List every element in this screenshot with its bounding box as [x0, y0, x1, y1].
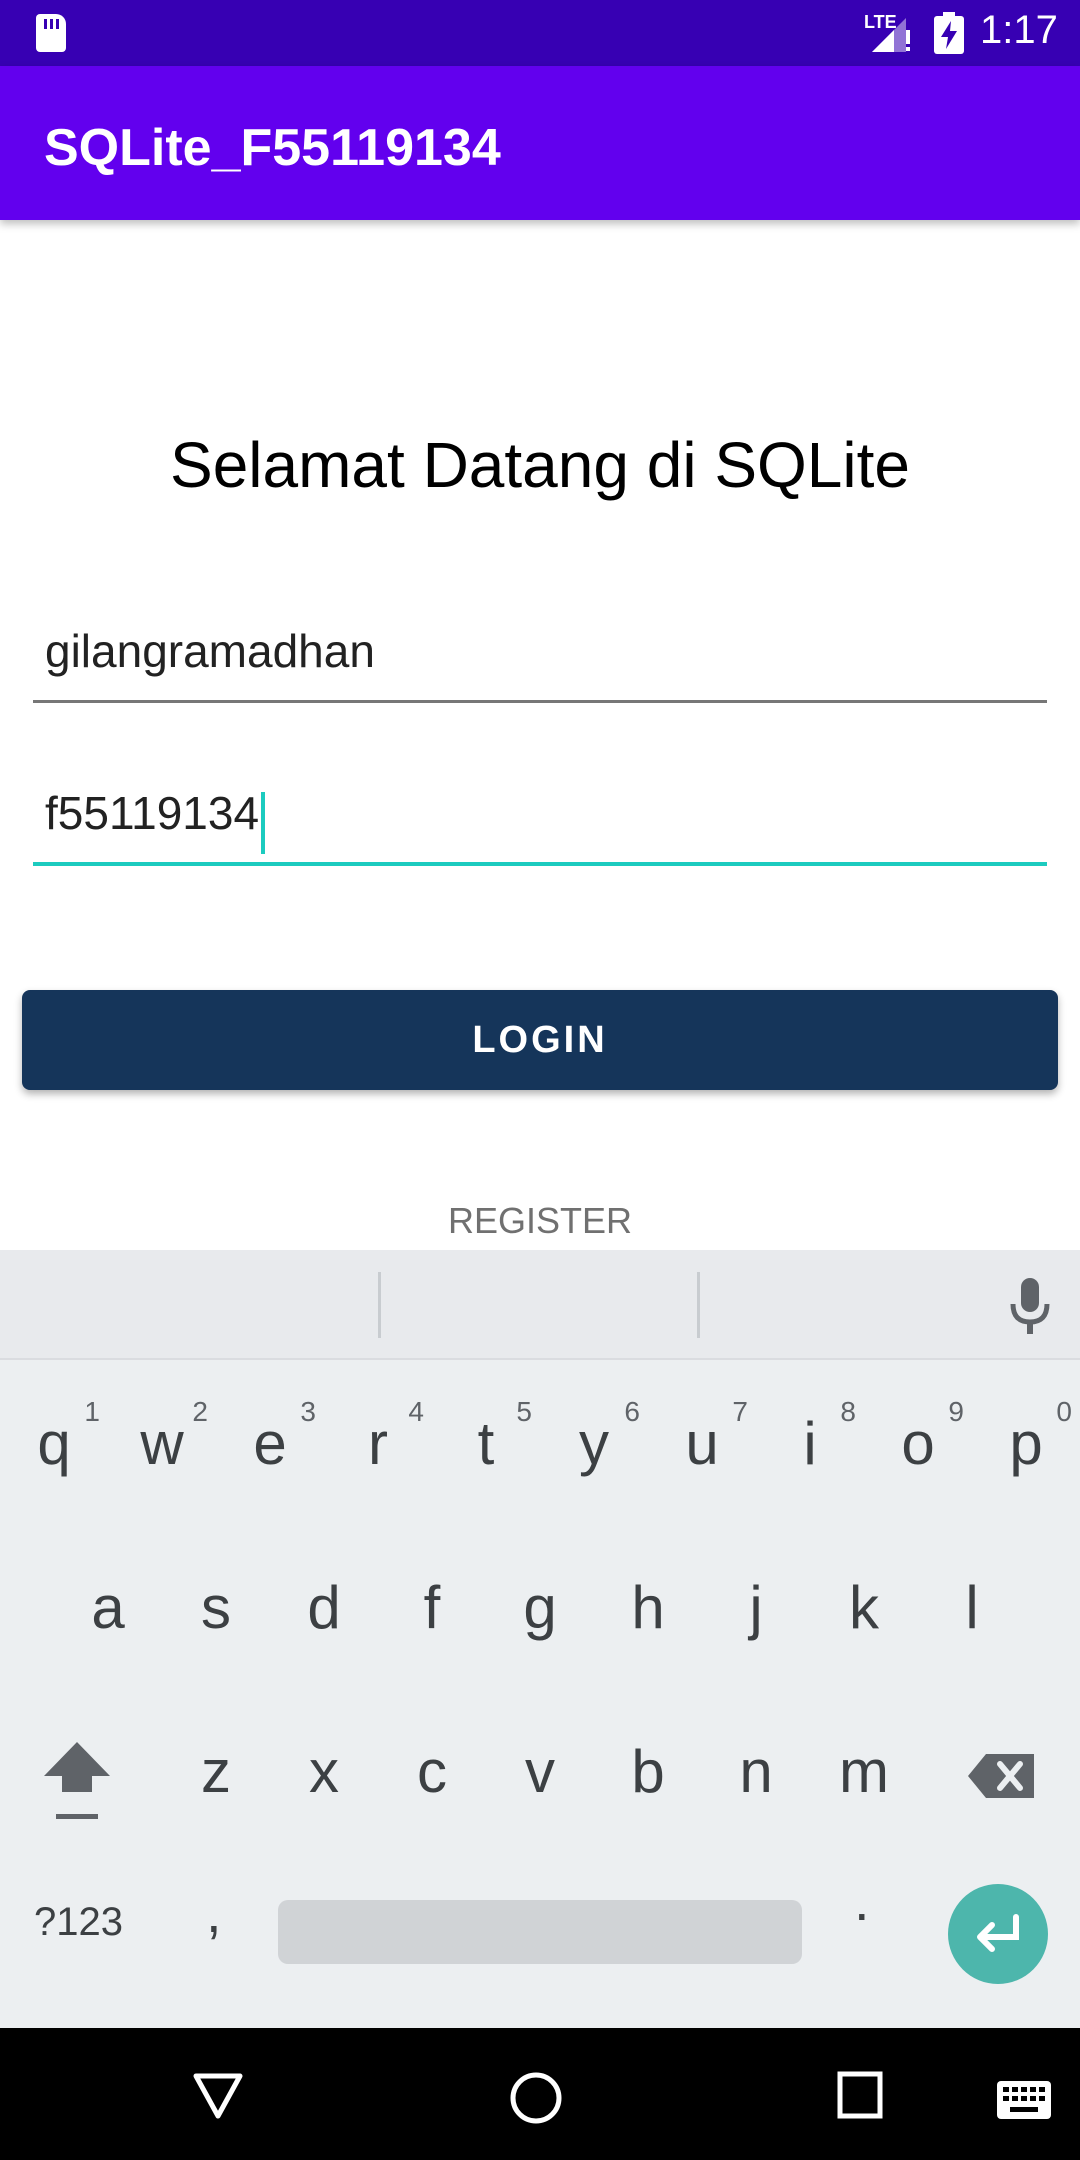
key-label: r	[368, 1409, 388, 1477]
password-field[interactable]: f55119134	[33, 786, 1047, 866]
key-l[interactable]: l	[918, 1552, 1026, 1662]
key-label: n	[739, 1737, 773, 1805]
key-label: s	[201, 1573, 231, 1641]
suggestion-divider	[378, 1272, 381, 1338]
key-label: v	[525, 1737, 555, 1805]
key-i[interactable]: i8	[756, 1388, 864, 1498]
key-a[interactable]: a	[54, 1552, 162, 1662]
back-icon[interactable]	[190, 2070, 246, 2122]
mic-icon[interactable]	[1004, 1276, 1056, 1336]
key-o[interactable]: o9	[864, 1388, 972, 1498]
key-hint: 4	[408, 1396, 424, 1427]
key-label: k	[849, 1573, 879, 1641]
space-bar[interactable]	[278, 1900, 802, 1964]
key-c[interactable]: c	[378, 1716, 486, 1826]
key-label: h	[631, 1573, 665, 1641]
login-button[interactable]: LOGIN	[22, 990, 1058, 1090]
key-j[interactable]: j	[702, 1552, 810, 1662]
key-d[interactable]: d	[270, 1552, 378, 1662]
key-t[interactable]: t5	[432, 1388, 540, 1498]
clock: 1:17	[980, 8, 1058, 52]
key-hint: 3	[300, 1396, 316, 1427]
soft-keyboard: ?123 , . q1w2e3r4t5y6u7i8o9p0asdfghjklzx…	[0, 1250, 1080, 2028]
key-label: a	[91, 1573, 125, 1641]
key-v[interactable]: v	[486, 1716, 594, 1826]
key-s[interactable]: s	[162, 1552, 270, 1662]
key-label: u	[685, 1409, 719, 1477]
key-label: t	[477, 1409, 495, 1477]
recents-icon[interactable]	[836, 2070, 884, 2120]
comma-key[interactable]: ,	[206, 1880, 222, 1945]
suggestion-strip	[0, 1250, 1080, 1360]
key-m[interactable]: m	[810, 1716, 918, 1826]
enter-key[interactable]	[948, 1884, 1048, 1984]
username-field[interactable]: gilangramadhan	[33, 624, 1047, 703]
text-cursor	[261, 792, 265, 854]
key-label: g	[523, 1573, 557, 1641]
key-k[interactable]: k	[810, 1552, 918, 1662]
key-n[interactable]: n	[702, 1716, 810, 1826]
key-hint: 9	[948, 1396, 964, 1427]
key-hint: 0	[1056, 1396, 1072, 1427]
backspace-icon[interactable]	[966, 1740, 1038, 1812]
key-label: f	[423, 1573, 441, 1641]
key-g[interactable]: g	[486, 1552, 594, 1662]
period-key[interactable]: .	[854, 1868, 870, 1933]
key-label: j	[749, 1573, 763, 1641]
key-label: z	[201, 1737, 231, 1805]
password-value: f55119134	[45, 787, 260, 839]
key-e[interactable]: e3	[216, 1388, 324, 1498]
enter-icon	[977, 1914, 1019, 1952]
key-hint: 6	[624, 1396, 640, 1427]
signal-icon	[872, 18, 910, 52]
key-hint: 5	[516, 1396, 532, 1427]
key-q[interactable]: q1	[0, 1388, 108, 1498]
keyboard-switch-icon[interactable]	[996, 2080, 1052, 2120]
key-hint: 7	[732, 1396, 748, 1427]
key-label: e	[253, 1409, 287, 1477]
key-r[interactable]: r4	[324, 1388, 432, 1498]
key-hint: 8	[840, 1396, 856, 1427]
status-bar: LTE 1:17	[0, 0, 1080, 66]
home-icon[interactable]	[508, 2070, 564, 2126]
key-x[interactable]: x	[270, 1716, 378, 1826]
key-label: x	[309, 1737, 339, 1805]
key-label: p	[1009, 1409, 1043, 1477]
key-p[interactable]: p0	[972, 1388, 1080, 1498]
key-label: y	[579, 1409, 609, 1477]
symbols-key[interactable]: ?123	[34, 1900, 123, 1945]
register-button[interactable]: REGISTER	[0, 1200, 1080, 1242]
key-f[interactable]: f	[378, 1552, 486, 1662]
key-label: o	[901, 1409, 935, 1477]
username-value: gilangramadhan	[45, 625, 375, 677]
key-z[interactable]: z	[162, 1716, 270, 1826]
battery-charging-icon	[934, 12, 964, 54]
app-title: SQLite_F55119134	[44, 119, 501, 177]
key-y[interactable]: y6	[540, 1388, 648, 1498]
key-label: l	[965, 1573, 979, 1641]
key-w[interactable]: w2	[108, 1388, 216, 1498]
key-h[interactable]: h	[594, 1552, 702, 1662]
app-bar: SQLite_F55119134	[0, 66, 1080, 220]
key-label: c	[417, 1737, 447, 1805]
key-label: i	[803, 1409, 817, 1477]
navigation-bar	[0, 2028, 1080, 2160]
suggestion-divider	[697, 1272, 700, 1338]
key-label: d	[307, 1573, 341, 1641]
sd-card-icon	[36, 14, 66, 52]
key-label: q	[37, 1409, 71, 1477]
key-hint: 1	[84, 1396, 100, 1427]
key-u[interactable]: u7	[648, 1388, 756, 1498]
key-label: b	[631, 1737, 665, 1805]
shift-icon[interactable]	[34, 1734, 120, 1830]
welcome-heading: Selamat Datang di SQLite	[170, 429, 910, 501]
key-label: m	[839, 1737, 889, 1805]
key-label: w	[140, 1409, 184, 1477]
key-hint: 2	[192, 1396, 208, 1427]
key-b[interactable]: b	[594, 1716, 702, 1826]
